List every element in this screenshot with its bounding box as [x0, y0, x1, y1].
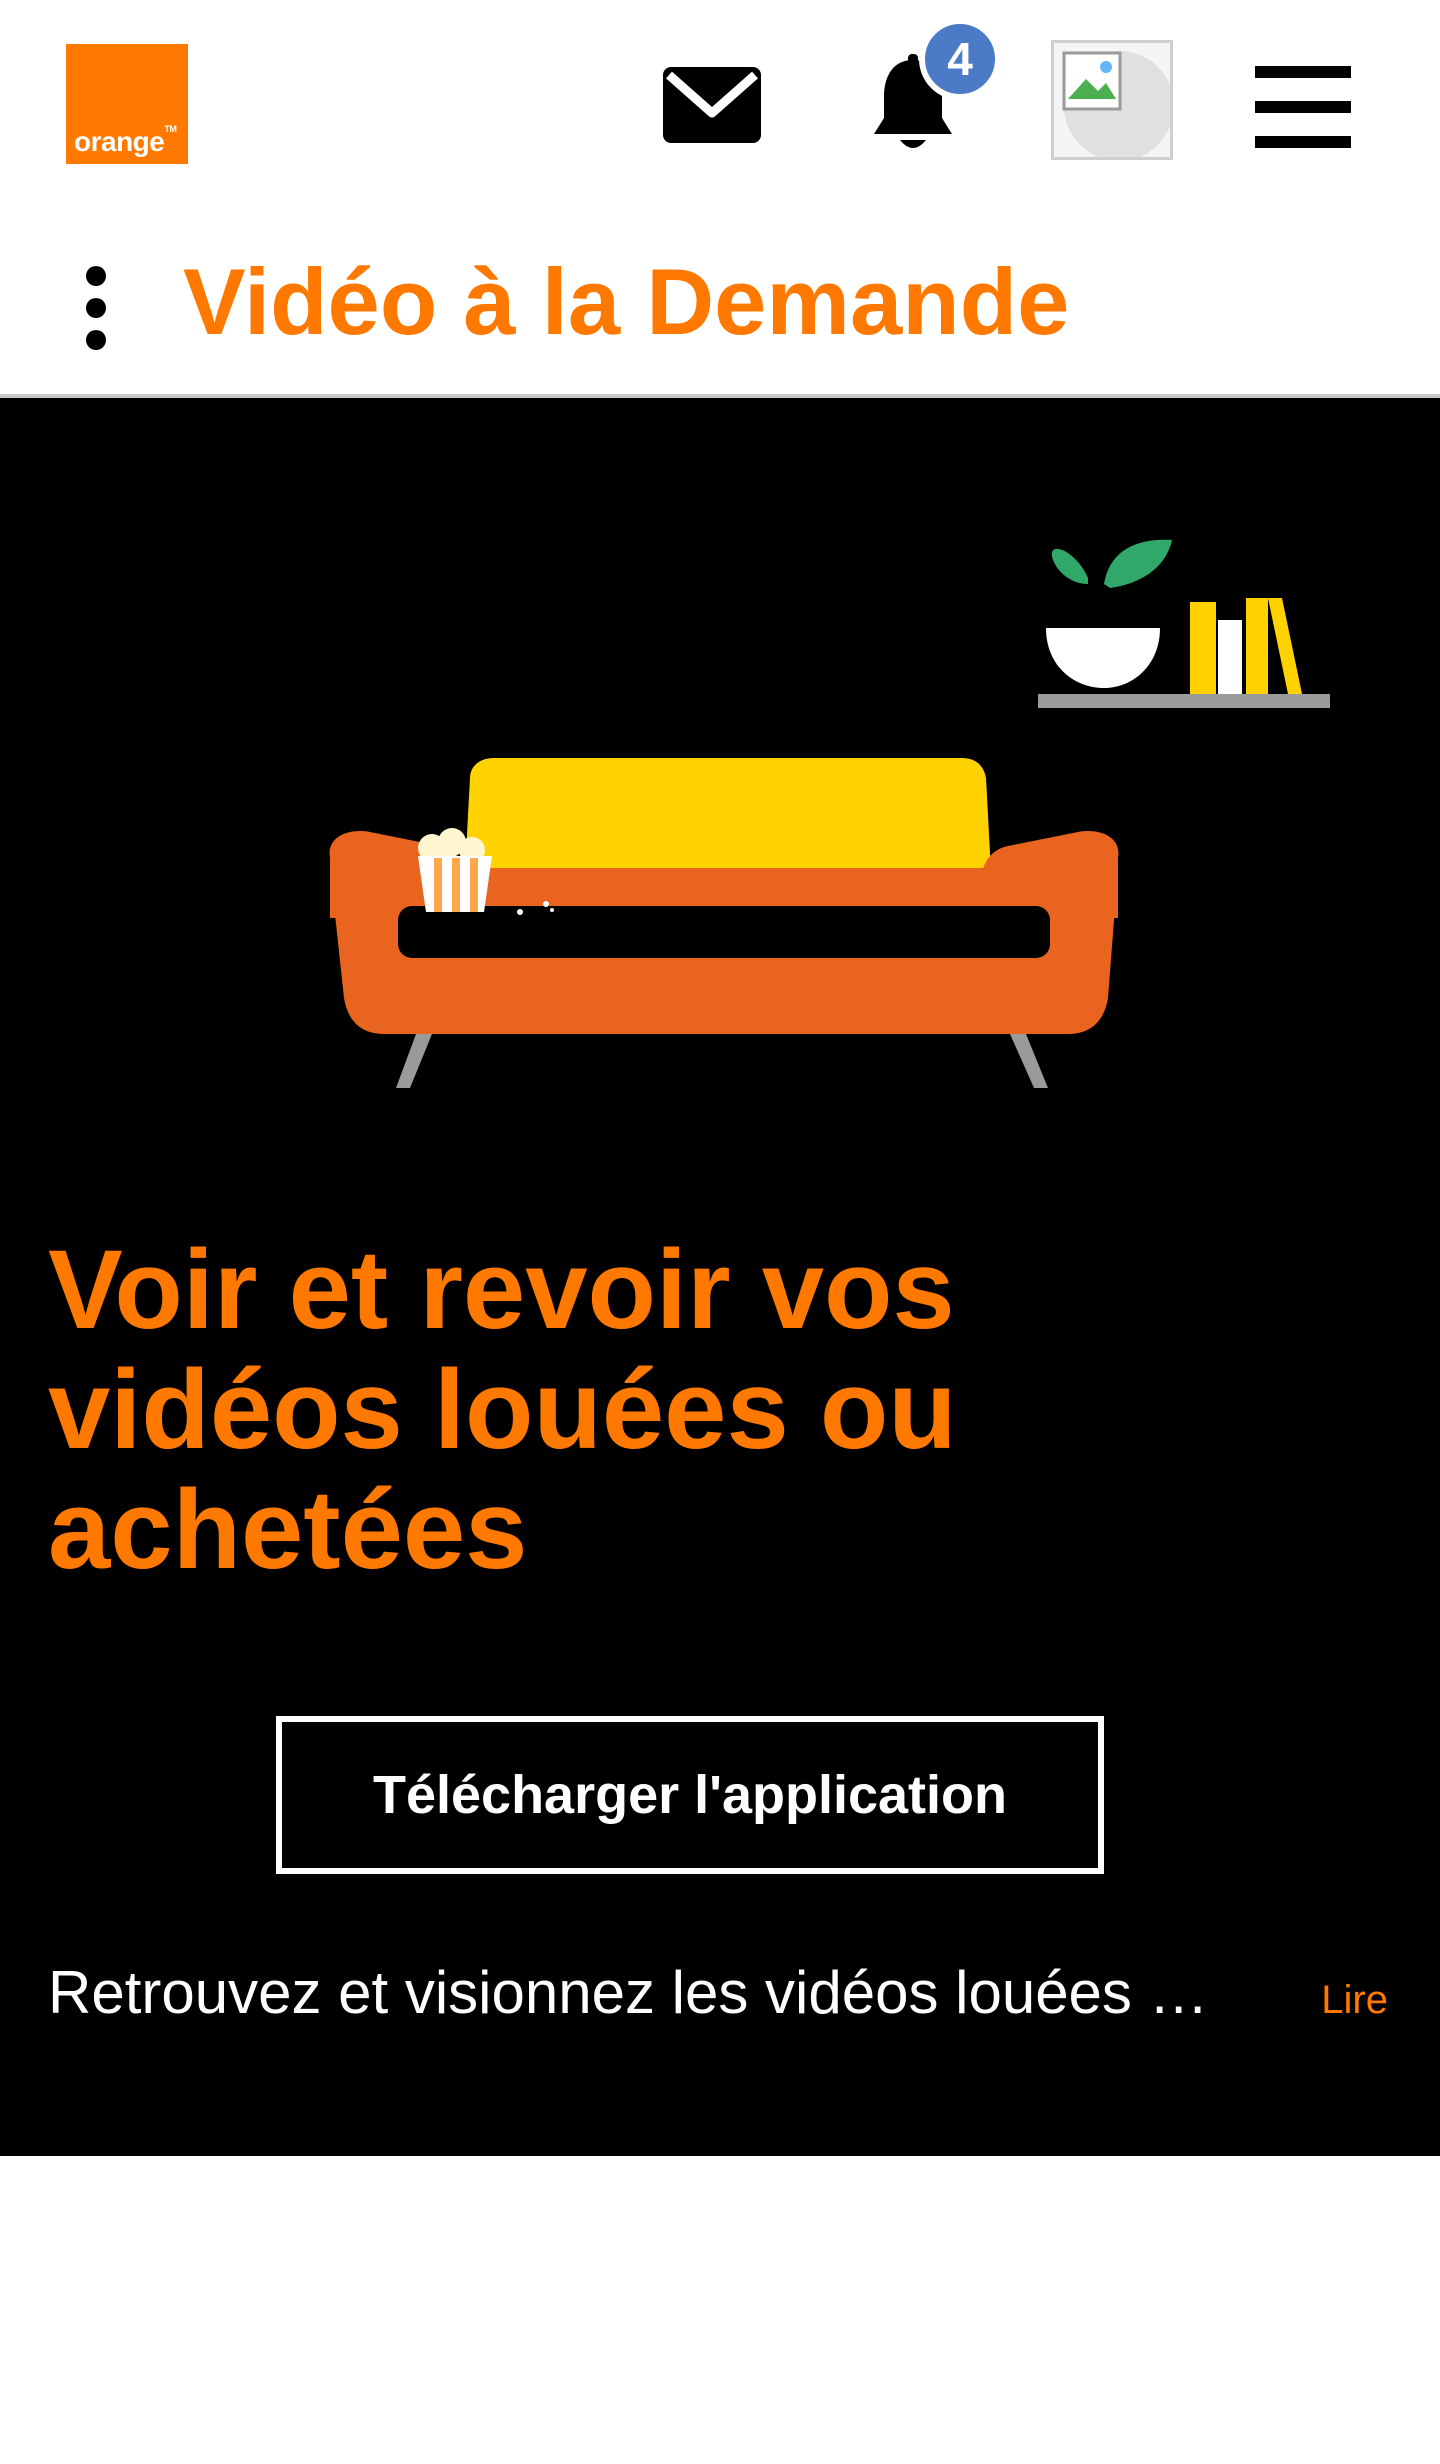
- orange-logo[interactable]: orangeTM: [66, 44, 188, 164]
- logo-text: orangeTM: [74, 124, 177, 157]
- kebab-menu-icon[interactable]: [80, 266, 112, 350]
- section-header: Vidéo à la Demande: [0, 200, 1440, 398]
- hero-banner: Voir et revoir vos vidéos louées ou ache…: [0, 398, 1440, 2156]
- top-bar: orangeTM 4: [0, 0, 1440, 200]
- notification-badge: 4: [919, 18, 1001, 100]
- description-row: Retrouvez et visionnez les vidéos louées…: [48, 1958, 1388, 2027]
- mail-icon[interactable]: [659, 63, 765, 147]
- avatar[interactable]: [1051, 40, 1173, 160]
- read-more-link[interactable]: Lire: [1321, 1978, 1388, 2023]
- hero-title: Voir et revoir vos vidéos louées ou ache…: [48, 1227, 957, 1592]
- sofa-illustration: [329, 539, 1330, 1088]
- page-title: Vidéo à la Demande: [183, 249, 1070, 354]
- shelf-illustration: [1038, 539, 1330, 708]
- download-app-button[interactable]: Télécharger l'application: [276, 1716, 1104, 1874]
- hero-description: Retrouvez et visionnez les vidéos louées…: [48, 1959, 1209, 2026]
- hamburger-menu-icon[interactable]: [1253, 64, 1353, 150]
- broken-image-icon: [1062, 51, 1122, 111]
- sofa: [329, 758, 1119, 1088]
